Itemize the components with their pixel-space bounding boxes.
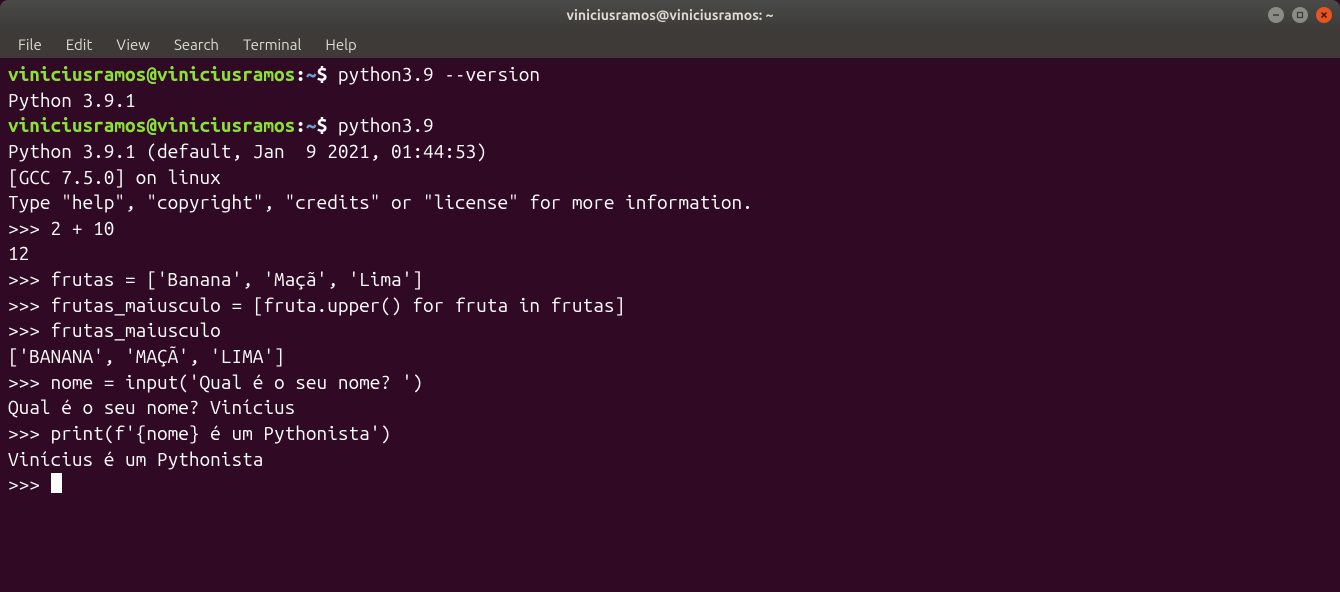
prompt-dollar: $ [317,114,328,136]
prompt-path: ~ [306,63,317,85]
minimize-button[interactable] [1268,7,1284,23]
terminal-line: ['BANANA', 'MAÇÃ', 'LIMA'] [8,344,1332,370]
output-text: Python 3.9.1 (default, Jan 9 2021, 01:44… [8,140,497,162]
output-text: >>> [8,473,51,495]
command-text: python3.9 [327,114,433,136]
cursor-block [51,473,62,493]
prompt-path: ~ [306,114,317,136]
output-text: >>> frutas_maiusculo [8,319,221,341]
window-title: viniciusramos@viniciusramos: ~ [567,7,774,23]
minimize-icon [1272,11,1280,19]
output-text: Vinícius é um Pythonista [8,448,263,470]
terminal-line: 12 [8,241,1332,267]
terminal-line: Python 3.9.1 (default, Jan 9 2021, 01:44… [8,139,1332,165]
output-text: [GCC 7.5.0] on linux [8,166,221,188]
menu-file[interactable]: File [8,34,52,55]
output-text: >>> nome = input('Qual é o seu nome? ') [8,371,423,393]
command-text: python3.9 --version [327,63,540,85]
menu-view[interactable]: View [106,34,160,55]
terminal-line: >>> nome = input('Qual é o seu nome? ') [8,370,1332,396]
output-text: Type "help", "copyright", "credits" or "… [8,191,753,213]
output-text: >>> frutas_maiusculo = [fruta.upper() fo… [8,294,625,316]
menu-search[interactable]: Search [164,34,229,55]
output-text: >>> print(f'{nome} é um Pythonista') [8,422,391,444]
terminal-line: viniciusramos@viniciusramos:~$ python3.9… [8,62,1332,88]
output-text: ['BANANA', 'MAÇÃ', 'LIMA'] [8,345,285,367]
terminal-line: Qual é o seu nome? Vinícius [8,395,1332,421]
terminal-line: >>> print(f'{nome} é um Pythonista') [8,421,1332,447]
prompt-colon: : [295,63,306,85]
window-controls [1268,7,1332,23]
menu-terminal[interactable]: Terminal [233,34,311,55]
titlebar: viniciusramos@viniciusramos: ~ [0,0,1340,30]
terminal-line: Vinícius é um Pythonista [8,447,1332,473]
terminal-line: >>> 2 + 10 [8,216,1332,242]
terminal-line: viniciusramos@viniciusramos:~$ python3.9 [8,113,1332,139]
terminal-line: >>> frutas = ['Banana', 'Maçã', 'Lima'] [8,267,1332,293]
terminal-body[interactable]: viniciusramos@viniciusramos:~$ python3.9… [0,58,1340,592]
close-button[interactable] [1316,7,1332,23]
terminal-line: >>> [8,472,1332,498]
prompt-userhost: viniciusramos@viniciusramos [8,114,295,136]
terminal-window: viniciusramos@viniciusramos: ~ File Edit… [0,0,1340,592]
output-text: Python 3.9.1 [8,89,136,111]
terminal-line: [GCC 7.5.0] on linux [8,165,1332,191]
output-text: Qual é o seu nome? Vinícius [8,396,295,418]
output-text: >>> 2 + 10 [8,217,114,239]
output-text: 12 [8,242,29,264]
prompt-colon: : [295,114,306,136]
terminal-line: Python 3.9.1 [8,88,1332,114]
prompt-userhost: viniciusramos@viniciusramos [8,63,295,85]
menu-edit[interactable]: Edit [56,34,103,55]
terminal-line: Type "help", "copyright", "credits" or "… [8,190,1332,216]
prompt-dollar: $ [317,63,328,85]
terminal-line: >>> frutas_maiusculo = [fruta.upper() fo… [8,293,1332,319]
terminal-line: >>> frutas_maiusculo [8,318,1332,344]
menubar: File Edit View Search Terminal Help [0,30,1340,58]
close-icon [1320,11,1328,19]
maximize-icon [1296,11,1304,19]
output-text: >>> frutas = ['Banana', 'Maçã', 'Lima'] [8,268,423,290]
maximize-button[interactable] [1292,7,1308,23]
menu-help[interactable]: Help [315,34,366,55]
